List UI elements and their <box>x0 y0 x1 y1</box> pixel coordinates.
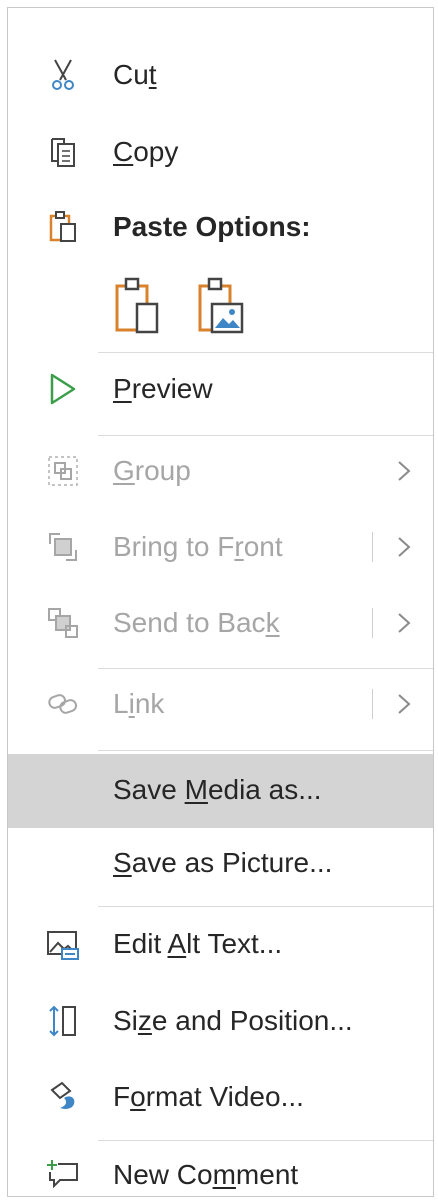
menu-separator <box>98 435 433 436</box>
menu-item-new-comment[interactable]: New Comment <box>8 1156 433 1198</box>
menu-item-save-media[interactable]: Save Media as... <box>8 754 433 828</box>
menu-item-label: Link <box>113 688 165 719</box>
link-icon <box>46 687 80 721</box>
split-divider <box>372 608 373 638</box>
menu-item-label: Bring to Front <box>113 531 283 562</box>
menu-item-label: New Comment <box>113 1159 299 1190</box>
menu-item-bring-to-front[interactable]: Bring to Front <box>8 528 433 578</box>
chevron-right-icon[interactable] <box>395 606 413 640</box>
menu-item-cut[interactable]: Cut <box>8 56 433 106</box>
split-divider <box>372 689 373 719</box>
size-position-icon <box>46 1004 80 1038</box>
menu-item-label: Size and Position... <box>113 1005 353 1036</box>
menu-item-label: Send to Back <box>113 607 280 638</box>
menu-item-edit-alt-text[interactable]: Edit Alt Text... <box>8 925 433 975</box>
menu-item-size-position[interactable]: Size and Position... <box>8 1002 433 1052</box>
menu-item-label: Preview <box>113 373 213 404</box>
menu-item-group[interactable]: Group <box>8 452 433 502</box>
chevron-right-icon <box>395 454 413 488</box>
play-icon <box>46 372 80 406</box>
menu-item-send-to-back[interactable]: Send to Back <box>8 604 433 654</box>
menu-item-label: Group <box>113 455 191 486</box>
paste-keep-formatting-icon[interactable] <box>113 276 163 336</box>
clipboard-icon <box>46 210 80 244</box>
menu-item-format-video[interactable]: Format Video... <box>8 1078 433 1128</box>
paste-picture-icon[interactable] <box>196 276 246 336</box>
menu-separator <box>98 1140 433 1141</box>
menu-item-label: Save as Picture... <box>113 847 333 878</box>
scissors-icon <box>46 58 80 92</box>
send-to-back-icon <box>46 606 80 640</box>
split-divider <box>372 532 373 562</box>
menu-item-preview[interactable]: Preview <box>8 370 433 420</box>
menu-item-label: Format Video... <box>113 1081 304 1112</box>
menu-separator <box>98 668 433 669</box>
bring-to-front-icon <box>46 530 80 564</box>
menu-item-label: Paste Options: <box>113 211 311 242</box>
menu-item-label: Edit Alt Text... <box>113 928 283 959</box>
menu-separator <box>98 352 433 353</box>
chevron-right-icon[interactable] <box>395 687 413 721</box>
menu-item-save-as-picture[interactable]: Save as Picture... <box>8 844 433 894</box>
menu-item-link[interactable]: Link <box>8 685 433 735</box>
context-menu: Cut Copy Paste Options: Preview Group Br… <box>7 7 434 1197</box>
menu-separator <box>98 750 433 751</box>
menu-item-label: Copy <box>113 136 179 167</box>
paste-options-header: Paste Options: <box>8 208 433 258</box>
alt-text-icon <box>46 927 80 961</box>
format-video-icon <box>46 1080 80 1114</box>
menu-item-label: Save Media as... <box>113 774 322 805</box>
chevron-right-icon[interactable] <box>395 530 413 564</box>
menu-separator <box>98 906 433 907</box>
group-icon <box>46 454 80 488</box>
menu-item-label: Cut <box>113 59 157 90</box>
new-comment-icon <box>46 1158 80 1192</box>
copy-icon <box>46 135 80 169</box>
menu-item-copy[interactable]: Copy <box>8 133 433 183</box>
